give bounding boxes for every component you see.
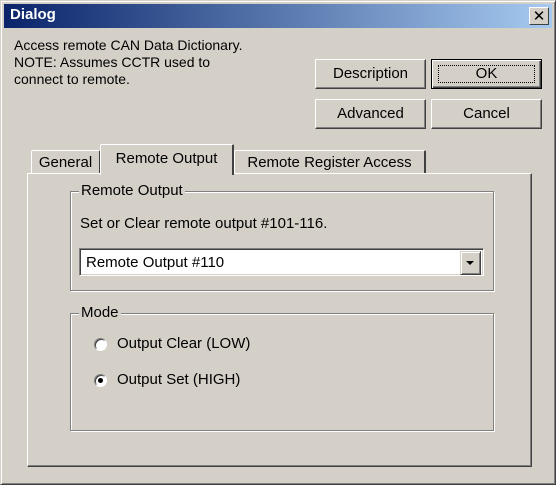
tab-label: Remote Register Access [247,154,412,171]
selected-output-value: Remote Output #110 [86,254,225,271]
close-icon: ✕ [532,7,546,25]
tab-label: General [38,154,93,171]
ok-button[interactable]: OK [431,59,542,89]
remote-output-group: Remote Output Set or Clear remote output… [70,182,494,291]
remote-output-select[interactable]: Remote Output #110 [79,248,484,276]
description-line: Access remote CAN Data Dictionary. [14,37,243,53]
cancel-button[interactable]: Cancel [431,99,542,129]
description-line: connect to remote. [14,71,130,87]
title-bar[interactable]: Dialog ✕ [4,4,552,28]
radio-label[interactable]: Output Clear (LOW) [117,335,250,352]
description-line: NOTE: Assumes CCTR used to [14,54,211,70]
tab-general[interactable]: General [31,150,101,174]
description-text: Access remote CAN Data Dictionary. NOTE:… [14,37,304,88]
radio-label[interactable]: Output Set (HIGH) [117,371,240,388]
window-title: Dialog [10,6,56,23]
tab-panel-remote-output: Remote Output Set or Clear remote output… [27,173,532,467]
advanced-button[interactable]: Advanced [315,99,426,129]
tab-remote-register-access[interactable]: Remote Register Access [234,150,426,174]
dropdown-button[interactable] [460,251,481,275]
tab-label: Remote Output [115,150,218,167]
description-button[interactable]: Description [315,59,426,89]
advanced-button-label: Advanced [337,105,404,122]
ok-button-label: OK [475,65,498,82]
radio-circle[interactable] [94,374,107,387]
close-button[interactable]: ✕ [529,7,549,25]
radio-selected-dot [98,378,103,383]
description-button-label: Description [332,65,409,82]
cancel-button-label: Cancel [463,105,510,122]
group-legend: Remote Output [79,182,185,200]
tab-remote-output[interactable]: Remote Output [100,144,234,175]
group-legend: Mode [79,304,121,322]
chevron-down-icon [466,261,474,265]
dialog-window: Dialog ✕ Access remote CAN Data Dictiona… [0,0,556,485]
radio-circle[interactable] [94,338,107,351]
instruction-text: Set or Clear remote output #101-116. [80,215,328,232]
mode-group: Mode Output Clear (LOW) Output Set (HIGH… [70,304,494,431]
